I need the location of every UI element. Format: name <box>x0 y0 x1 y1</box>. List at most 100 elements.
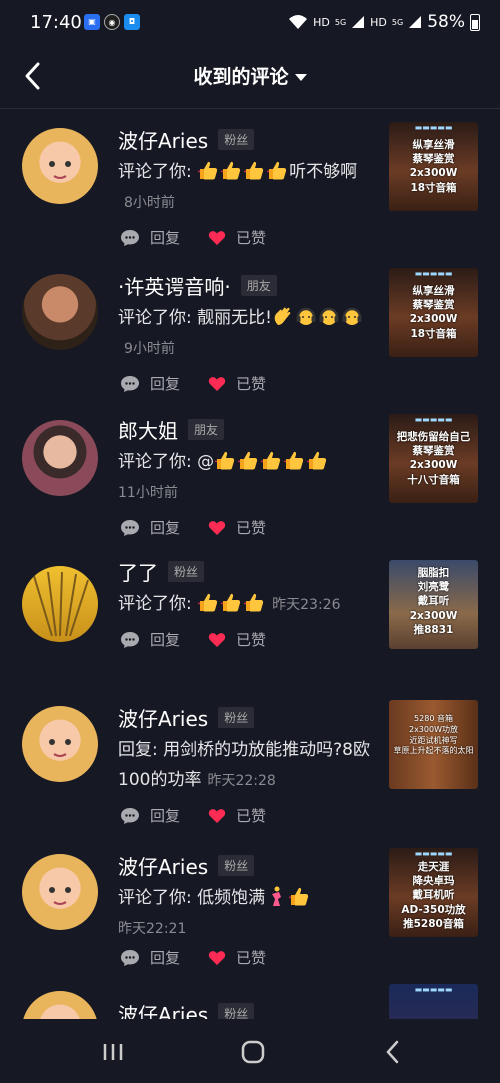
comment-text[interactable]: 评论了你: 听不够啊 8小时前 <box>118 157 368 218</box>
thumbnail-caption-line: 2x300W功放 <box>408 724 458 734</box>
page-title-dropdown[interactable]: 收到的评论 <box>0 62 500 89</box>
thumbs-up-emoji-icon <box>214 449 236 471</box>
thumbnail-caption-line: 戴耳机听 <box>412 889 455 902</box>
reply-button[interactable]: 回复 <box>120 947 180 968</box>
reply-label: 回复 <box>150 229 181 247</box>
comment-text[interactable]: 评论了你: 低频饱满 昨天22:21 <box>118 883 368 944</box>
liked-label: 已赞 <box>236 949 267 967</box>
thumbnail-caption: 5280 音箱 2x300W功放 近距试机神写 草原上升起不落的太阳 <box>389 714 478 757</box>
emoji-group <box>197 159 289 182</box>
avatar[interactable] <box>22 420 98 496</box>
back-icon[interactable] <box>378 1037 408 1067</box>
dancing-emoji-icon <box>265 885 287 907</box>
avatar[interactable] <box>22 566 98 642</box>
battery-percent: 58% <box>427 12 465 32</box>
home-icon[interactable] <box>238 1037 268 1067</box>
relation-tag: 粉丝 <box>218 855 255 876</box>
reply-button[interactable]: 回复 <box>120 805 180 826</box>
liked-button[interactable]: 已赞 <box>208 517 266 538</box>
reply-label: 回复 <box>150 519 181 537</box>
signal-icon <box>352 16 365 28</box>
liked-label: 已赞 <box>236 519 267 537</box>
video-thumbnail[interactable]: ▬▬▬▬▬ 纵享丝滑 蔡琴鉴赏 2x300W 18寸音箱 <box>389 122 478 211</box>
reply-label: 回复 <box>150 631 181 649</box>
video-thumbnail[interactable]: ▬▬▬▬▬ 纵享丝滑 蔡琴鉴赏 2x300W 18寸音箱 <box>389 268 478 357</box>
name-row: ·许英谔音响· 朋友 <box>118 271 277 300</box>
thumbnail-banner: ▬▬▬▬▬ <box>414 849 453 858</box>
thumbs-up-emoji-icon <box>260 449 282 471</box>
liked-button[interactable]: 已赞 <box>208 227 266 248</box>
avatar[interactable] <box>22 274 98 350</box>
relation-tag: 粉丝 <box>168 561 205 582</box>
status-bar: 17:40 ▣ ◉ ◘ HD 5G HD 5G 58% <box>0 0 500 48</box>
comment-bubble-icon <box>121 519 139 536</box>
username[interactable]: 波仔Aries <box>118 851 208 880</box>
reply-button[interactable]: 回复 <box>120 227 180 248</box>
relation-tag: 朋友 <box>240 275 277 296</box>
comment-text[interactable]: 回复: 用剑桥的功放能推动吗?8欧100的功率 昨天22:28 <box>118 735 373 796</box>
system-nav-bar <box>0 1019 500 1083</box>
thumbnail-caption-line: 把悲伤留给自己 <box>396 431 471 443</box>
comment-list[interactable]: 波仔Aries 粉丝 评论了你: 听不够啊 8小时前 回复 已赞 ▬▬▬▬▬ 纵享… <box>0 109 500 1019</box>
network-5g-2: 5G <box>391 17 404 27</box>
battery-icon <box>470 13 480 31</box>
comment-bubble-icon <box>121 229 139 246</box>
avatar[interactable] <box>22 706 98 782</box>
comment-body: 评论了你: 靓丽无比! <box>118 308 272 328</box>
thumbnail-caption-line: 蔡琴鉴赏 <box>412 153 455 166</box>
liked-label: 已赞 <box>236 807 267 825</box>
thumbnail-caption-line: 蔡琴鉴赏 <box>412 445 455 458</box>
thumbnail-caption-line: 2x300W <box>409 459 458 472</box>
reply-label: 回复 <box>150 807 181 825</box>
thumbnail-caption-line: 降央卓玛 <box>412 875 455 888</box>
reply-button[interactable]: 回复 <box>120 517 180 538</box>
comment-actions: 回复 已赞 <box>120 629 266 650</box>
liked-button[interactable]: 已赞 <box>208 805 266 826</box>
emoji-group <box>197 593 266 614</box>
thumbnail-caption-line: AD-350功放 <box>401 903 466 916</box>
liked-button[interactable]: 已赞 <box>208 947 266 968</box>
avatar[interactable] <box>22 991 98 1019</box>
video-thumbnail[interactable]: 胭脂扣 刘亮鹭 戴耳听 2x300W 推8831 <box>389 560 478 649</box>
liked-button[interactable]: 已赞 <box>208 629 266 650</box>
thumbnail-caption-line: 草原上升起不落的太阳 <box>393 746 474 756</box>
avatar[interactable] <box>22 128 98 204</box>
thumbnail-caption-line: 2x300W <box>409 609 458 622</box>
username[interactable]: 郎大姐 <box>118 415 178 444</box>
comment-text[interactable]: 评论了你: 靓丽无比! 9小时前 <box>118 303 368 364</box>
recent-apps-icon[interactable] <box>98 1037 128 1067</box>
relation-tag: 粉丝 <box>218 129 255 150</box>
thumbnail-banner: ▬▬▬▬▬ <box>414 415 453 424</box>
avatar[interactable] <box>22 854 98 930</box>
thumbnail-caption: 纵享丝滑 蔡琴鉴赏 2x300W 18寸音箱 <box>389 284 478 341</box>
comment-text[interactable]: 评论了你: @ 11小时前 <box>118 447 368 508</box>
username[interactable]: ·许英谔音响· <box>118 271 231 300</box>
thumbs-up-emoji-icon <box>266 159 288 181</box>
heart-icon <box>208 376 226 391</box>
video-thumbnail[interactable]: ▬▬▬▬▬ <box>389 984 478 1019</box>
comment-body: 评论了你: <box>118 162 198 182</box>
thumbnail-caption-line: 刘亮鹭 <box>417 581 450 594</box>
headphones-emoji-icon <box>295 305 317 327</box>
liked-button[interactable]: 已赞 <box>208 373 266 394</box>
username[interactable]: 了了 <box>118 557 158 586</box>
video-thumbnail[interactable]: ▬▬▬▬▬ 走天涯 降央卓玛 戴耳机听 AD-350功放 推5280音箱 <box>389 848 478 937</box>
username[interactable]: 波仔Aries <box>118 999 208 1019</box>
comment-time: 昨天22:21 <box>118 921 187 937</box>
comment-text[interactable]: 评论了你: 昨天23:26 <box>118 589 388 620</box>
reply-button[interactable]: 回复 <box>120 629 180 650</box>
video-thumbnail[interactable]: ▬▬▬▬▬ 把悲伤留给自己 蔡琴鉴赏 2x300W 十八寸音箱 <box>389 414 478 503</box>
thumbs-up-emoji-icon <box>288 885 310 907</box>
thumbnail-caption: 胭脂扣 刘亮鹭 戴耳听 2x300W 推8831 <box>389 566 478 637</box>
page-header: 收到的评论 <box>0 48 500 104</box>
name-row: 了了 粉丝 <box>118 557 205 586</box>
username[interactable]: 波仔Aries <box>118 125 208 154</box>
reply-button[interactable]: 回复 <box>120 373 180 394</box>
username[interactable]: 波仔Aries <box>118 703 208 732</box>
comment-time: 9小时前 <box>124 341 175 357</box>
heart-icon <box>208 230 226 245</box>
thumbnail-caption-line: 2x300W <box>409 167 458 180</box>
comment-bubble-icon <box>121 949 139 966</box>
network-hd-2: HD <box>370 15 387 29</box>
video-thumbnail[interactable]: 5280 音箱 2x300W功放 近距试机神写 草原上升起不落的太阳 <box>389 700 478 789</box>
